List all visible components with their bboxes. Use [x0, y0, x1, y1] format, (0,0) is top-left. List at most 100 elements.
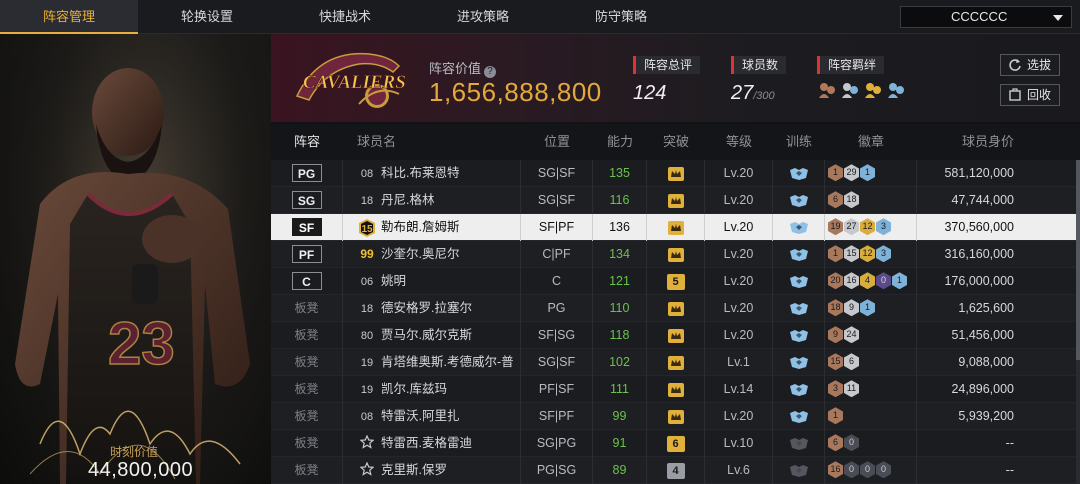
- player-name-cell[interactable]: 特雷西.麦格雷迪: [343, 430, 521, 457]
- player-name-cell[interactable]: 19肯塔维奥斯.考德威尔-普博: [343, 349, 521, 397]
- lineup-slot[interactable]: C: [271, 268, 343, 295]
- player-name-cell[interactable]: 80 贾马尔.威尔克斯: [343, 322, 521, 349]
- player-badges[interactable]: 1 15 12 3: [825, 241, 917, 268]
- col-price[interactable]: 球员身价: [917, 124, 1028, 160]
- lineup-slot[interactable]: 板凳: [271, 403, 343, 430]
- tab-rotation[interactable]: 轮换设置: [138, 0, 276, 34]
- player-badges[interactable]: 3 11: [825, 376, 917, 403]
- lineup-slot[interactable]: SG: [271, 187, 343, 214]
- table-row[interactable]: 板凳 18 德安格罗.拉塞尔 PG 110 Lv.20 18 9 1 1,625,600: [271, 295, 1080, 322]
- player-badges[interactable]: 1 29 1: [825, 160, 917, 187]
- col-training[interactable]: 训练: [773, 124, 825, 160]
- player-training[interactable]: [773, 322, 825, 349]
- scrollbar[interactable]: [1076, 160, 1080, 484]
- bond-silver-icon[interactable]: [840, 80, 860, 100]
- player-portrait[interactable]: 23 时刻价值 44,800,000: [0, 34, 271, 484]
- table-row[interactable]: SG 18 丹尼.格林 SG|SF 116 Lv.20 6 18 47,744,000: [271, 187, 1080, 214]
- player-breakthrough[interactable]: [647, 241, 705, 268]
- lineup-slot[interactable]: PG: [271, 160, 343, 187]
- player-price: 47,744,000: [951, 193, 1014, 207]
- bond-blue-icon[interactable]: [886, 80, 906, 100]
- player-training[interactable]: [773, 457, 825, 484]
- player-badges[interactable]: 18 9 1: [825, 295, 917, 322]
- player-badges[interactable]: 60: [825, 430, 917, 457]
- player-training[interactable]: [773, 430, 825, 457]
- player-badges[interactable]: 19 27 12 3: [825, 214, 917, 241]
- table-row[interactable]: PF 99 沙奎尔.奥尼尔 C|PF 134 Lv.20 1 15 12 3 316,160,000: [271, 241, 1080, 268]
- training-icon: [789, 194, 808, 207]
- player-breakthrough[interactable]: [647, 214, 705, 241]
- recycle-button[interactable]: 回收: [1000, 84, 1060, 106]
- select-button[interactable]: 选拔: [1000, 54, 1060, 76]
- lineup-slot[interactable]: 板凳: [271, 430, 343, 457]
- player-breakthrough[interactable]: [647, 349, 705, 376]
- tab-offense[interactable]: 进攻策略: [414, 0, 552, 34]
- tab-quick-tactics[interactable]: 快捷战术: [276, 0, 414, 34]
- table-row[interactable]: 板凳 19 凯尔.库兹玛 PF|SF 111 Lv.14 3 11 24,896,000: [271, 376, 1080, 403]
- col-level[interactable]: 等级: [705, 124, 773, 160]
- lineup-slot[interactable]: 板凳: [271, 295, 343, 322]
- player-name-cell[interactable]: 15 勒布朗.詹姆斯: [343, 214, 521, 241]
- bond-gold-icon[interactable]: [863, 80, 883, 100]
- badge-count: 1: [860, 164, 875, 182]
- scrollbar-thumb[interactable]: [1076, 160, 1080, 360]
- table-row[interactable]: PG 08 科比.布莱恩特 SG|SF 135 Lv.20 1 29 1 581,120,000: [271, 160, 1080, 187]
- player-badges[interactable]: 16 0 0 0: [825, 457, 917, 484]
- lineup-slot[interactable]: PF: [271, 241, 343, 268]
- player-name-cell[interactable]: 99 沙奎尔.奥尼尔: [343, 241, 521, 268]
- table-row[interactable]: 板凳 19肯塔维奥斯.考德威尔-普博SG|SF102 Lv.1 156 9,088,00…: [271, 349, 1080, 397]
- table-row[interactable]: 板凳 80 贾马尔.威尔克斯 SF|SG 118 Lv.20 9 24 51,456,000: [271, 322, 1080, 349]
- col-badges[interactable]: 徽章: [825, 124, 917, 160]
- player-name-cell[interactable]: 19 凯尔.库兹玛: [343, 376, 521, 403]
- player-name-cell[interactable]: 06 姚明: [343, 268, 521, 295]
- player-name-cell[interactable]: 18 德安格罗.拉塞尔: [343, 295, 521, 322]
- player-breakthrough[interactable]: 6: [647, 430, 705, 457]
- player-breakthrough[interactable]: [647, 160, 705, 187]
- lineup-slot[interactable]: 板凳: [271, 322, 343, 349]
- tab-defense[interactable]: 防守策略: [552, 0, 690, 34]
- player-badges[interactable]: 20 16 4 0 1: [825, 268, 917, 295]
- player-breakthrough[interactable]: [647, 187, 705, 214]
- player-training[interactable]: [773, 187, 825, 214]
- player-breakthrough[interactable]: [647, 295, 705, 322]
- col-ability[interactable]: 能力: [593, 124, 647, 160]
- player-breakthrough[interactable]: 4: [647, 457, 705, 484]
- player-training[interactable]: [773, 160, 825, 187]
- table-row[interactable]: 板凳 克里斯.保罗 PG|SG 89 4 Lv.6 16 0 0 0 --: [271, 457, 1080, 484]
- table-row[interactable]: 板凳 特雷西.麦格雷迪 SG|PG 91 6 Lv.10 6 0 --: [271, 430, 1080, 457]
- col-lineup[interactable]: 阵容: [271, 124, 343, 160]
- bench-label: 板凳: [294, 301, 319, 315]
- player-name-cell[interactable]: 08 科比.布莱恩特: [343, 160, 521, 187]
- player-name-cell[interactable]: 18 丹尼.格林: [343, 187, 521, 214]
- player-breakthrough[interactable]: 5: [647, 268, 705, 295]
- player-name-cell[interactable]: 克里斯.保罗: [343, 457, 521, 484]
- player-badges[interactable]: 9 24: [825, 322, 917, 349]
- player-training[interactable]: [773, 349, 825, 376]
- player-breakthrough[interactable]: [647, 403, 705, 430]
- table-row[interactable]: C 06 姚明 C 121 5 Lv.20 20 16 4 0 1 176,000,000: [271, 268, 1080, 295]
- col-breakthrough[interactable]: 突破: [647, 124, 705, 160]
- player-badges[interactable]: 1: [825, 403, 917, 430]
- col-name[interactable]: 球员名: [343, 124, 521, 160]
- lineup-slot[interactable]: SF: [271, 214, 343, 241]
- lineup-slot[interactable]: 板凳: [271, 457, 343, 484]
- player-training[interactable]: [773, 376, 825, 403]
- table-row[interactable]: SF 15 勒布朗.詹姆斯 SF|PF 136 Lv.20 19 27 12 3 370,560,0…: [271, 214, 1080, 241]
- player-training[interactable]: [773, 403, 825, 430]
- player-training[interactable]: [773, 214, 825, 241]
- bond-bronze-icon[interactable]: [817, 80, 837, 100]
- lineup-slot[interactable]: 板凳: [271, 349, 343, 376]
- player-name-cell[interactable]: 08 特雷沃.阿里扎: [343, 403, 521, 430]
- player-training[interactable]: [773, 268, 825, 295]
- player-breakthrough[interactable]: [647, 376, 705, 403]
- tab-lineup[interactable]: 阵容管理: [0, 0, 138, 34]
- col-position[interactable]: 位置: [521, 124, 593, 160]
- player-breakthrough[interactable]: [647, 322, 705, 349]
- player-training[interactable]: [773, 295, 825, 322]
- table-row[interactable]: 板凳 08 特雷沃.阿里扎 SF|PF 99 Lv.20 1 5,939,200: [271, 403, 1080, 430]
- player-training[interactable]: [773, 241, 825, 268]
- lineup-select[interactable]: CCCCCC: [900, 6, 1072, 28]
- lineup-slot[interactable]: 板凳: [271, 376, 343, 403]
- player-badges[interactable]: 15 6: [825, 349, 917, 376]
- player-badges[interactable]: 6 18: [825, 187, 917, 214]
